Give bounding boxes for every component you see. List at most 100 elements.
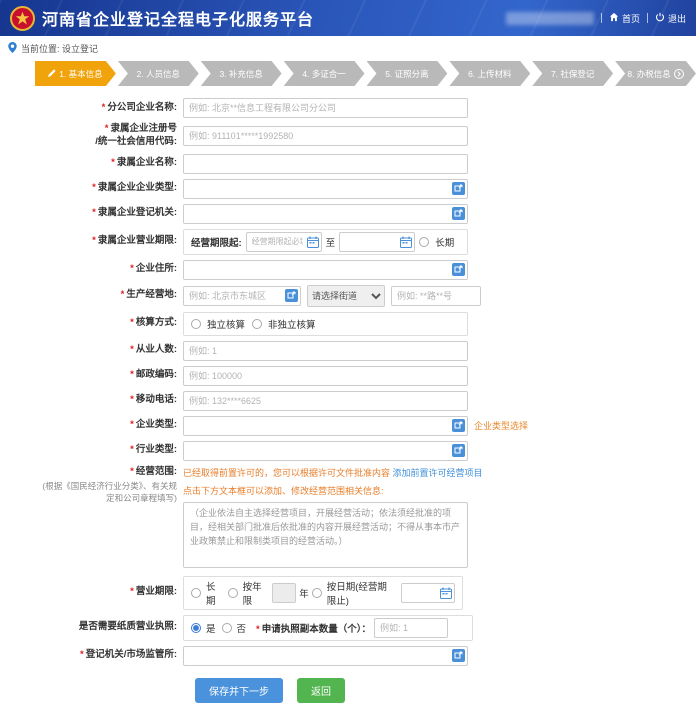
employees-input[interactable]: [183, 341, 468, 361]
business-scope-label: *经营范围: (根据《国民经济行业分类》、有关规定和公司章程填写): [35, 466, 183, 505]
business-term-years-unit: 年: [299, 586, 309, 600]
business-term-years-label: 按年限: [243, 579, 267, 607]
business-scope-textarea[interactable]: （企业依法自主选择经营项目，开展经营活动；依法须经批准的项目，经相关部门批准后依…: [183, 502, 468, 568]
paper-license-no-label: 否: [237, 621, 247, 635]
reg-authority-label: *登记机关/市场监管所:: [35, 649, 183, 662]
popup-selector-icon[interactable]: [452, 444, 465, 457]
home-link-label: 首页: [622, 12, 640, 25]
form-actions: 保存并下一步 返回: [35, 678, 505, 703]
popup-selector-icon[interactable]: [452, 419, 465, 432]
reg-authority-input[interactable]: [183, 646, 468, 666]
business-term-label: *营业期限:: [35, 586, 183, 599]
parent-name-label: *隶属企业名称:: [35, 157, 183, 170]
step-tabs: 1. 基本信息 2. 人员信息 3. 补充信息 4. 多证合一 5. 证照分离 …: [35, 61, 696, 86]
parent-name-input[interactable]: [183, 154, 468, 174]
step-tab-personnel-info[interactable]: 2. 人员信息: [118, 61, 199, 86]
calendar-icon[interactable]: [400, 236, 412, 248]
business-term-years-radio[interactable]: [228, 588, 238, 598]
step-tab-supplementary-info[interactable]: 3. 补充信息: [201, 61, 282, 86]
street-select[interactable]: 请选择街道: [307, 285, 385, 307]
address-label: *企业住所:: [35, 263, 183, 276]
popup-selector-icon[interactable]: [452, 182, 465, 195]
parent-reg-no-label: *隶属企业注册号 /统一社会信用代码:: [35, 123, 183, 149]
parent-term-long-radio[interactable]: [419, 237, 429, 247]
logout-link[interactable]: 退出: [655, 12, 686, 25]
mobile-input[interactable]: [183, 391, 468, 411]
step-tab-upload-materials[interactable]: 6. 上传材料: [449, 61, 530, 86]
postcode-input[interactable]: [183, 366, 468, 386]
step-tab-label: 1. 基本信息: [59, 68, 102, 80]
postcode-label: *邮政编码:: [35, 369, 183, 382]
popup-selector-icon[interactable]: [452, 649, 465, 662]
paper-license-label: 是否需要纸质营业执照:: [35, 621, 183, 634]
company-type-select-link[interactable]: 企业类型选择: [474, 419, 528, 432]
step-tab-label: 3. 补充信息: [219, 68, 262, 80]
paper-license-yes-label: 是: [206, 621, 216, 635]
calendar-icon[interactable]: [440, 587, 452, 599]
paper-license-yes-radio[interactable]: [191, 623, 201, 633]
step-tab-multi-certificate[interactable]: 4. 多证合一: [284, 61, 365, 86]
popup-selector-icon[interactable]: [452, 207, 465, 220]
breadcrumb: 当前位置: 设立登记: [0, 36, 696, 61]
business-scope-note: (根据《国民经济行业分类》、有关规定和公司章程填写): [35, 481, 177, 504]
business-place-detail-input[interactable]: [391, 286, 481, 306]
employees-label: *从业人数:: [35, 344, 183, 357]
parent-term-to-label: 至: [326, 235, 336, 249]
calendar-icon[interactable]: [307, 236, 319, 248]
accounting-independent-label: 独立核算: [207, 317, 245, 331]
company-type-label: *企业类型:: [35, 419, 183, 432]
page-title: 河南省企业登记全程电子化服务平台: [42, 6, 314, 30]
branch-name-input[interactable]: [183, 98, 468, 118]
industry-type-label: *行业类型:: [35, 444, 183, 457]
header-divider: [647, 13, 648, 23]
step-tab-social-security[interactable]: 7. 社保登记: [532, 61, 613, 86]
popup-selector-icon[interactable]: [452, 263, 465, 276]
industry-type-input[interactable]: [183, 441, 468, 461]
parent-term-label: *隶属企业营业期限:: [35, 235, 183, 248]
step-tab-label: 4. 多证合一: [302, 68, 345, 80]
business-place-district-input[interactable]: [183, 286, 301, 306]
parent-type-label: *隶属企业企业类型:: [35, 182, 183, 195]
breadcrumb-text: 当前位置: 设立登记: [21, 42, 98, 55]
company-type-input[interactable]: [183, 416, 468, 436]
business-term-date-radio[interactable]: [312, 588, 322, 598]
business-term-years-input[interactable]: [272, 583, 296, 603]
accounting-non-independent-label: 非独立核算: [268, 317, 316, 331]
business-term-long-radio[interactable]: [191, 588, 201, 598]
home-icon: [609, 12, 619, 24]
chevron-right-circle-icon[interactable]: [674, 69, 684, 79]
license-copies-input[interactable]: [374, 618, 448, 638]
address-input[interactable]: [183, 260, 468, 280]
business-term-long-label: 长期: [206, 579, 222, 607]
business-scope-tip1: 已经取得前置许可的，您可以根据许可文件批准内容 添加前置许可经营项目: [183, 466, 483, 479]
accounting-independent-radio[interactable]: [191, 319, 201, 329]
app-header: 河南省企业登记全程电子化服务平台 首页 退出: [0, 0, 696, 36]
step-tab-tax-info[interactable]: 8. 办税信息: [615, 61, 696, 86]
logout-link-label: 退出: [668, 12, 686, 25]
paper-license-no-radio[interactable]: [222, 623, 232, 633]
license-copies-label: *申请执照副本数量（个）：: [256, 621, 371, 635]
parent-term-long-label: 长期: [435, 235, 454, 249]
popup-selector-icon[interactable]: [285, 289, 298, 302]
home-link[interactable]: 首页: [609, 12, 640, 25]
parent-reg-no-input[interactable]: [183, 126, 468, 146]
user-name-redacted: [506, 12, 594, 25]
parent-type-input[interactable]: [183, 179, 468, 199]
back-button[interactable]: 返回: [297, 678, 345, 703]
add-prelicense-link[interactable]: 添加前置许可经营项目: [393, 468, 483, 478]
mobile-label: *移动电话:: [35, 394, 183, 407]
save-next-button[interactable]: 保存并下一步: [195, 678, 283, 703]
step-tab-label: 7. 社保登记: [551, 68, 594, 80]
parent-authority-label: *隶属企业登记机关:: [35, 207, 183, 220]
basic-info-form: *分公司企业名称: *隶属企业注册号 /统一社会信用代码: *隶属企业名称: *…: [35, 98, 675, 703]
step-tab-certificate-separation[interactable]: 5. 证照分离: [367, 61, 448, 86]
accounting-label: *核算方式:: [35, 317, 183, 330]
accounting-non-independent-radio[interactable]: [252, 319, 262, 329]
parent-authority-input[interactable]: [183, 204, 468, 224]
step-tab-label: 2. 人员信息: [137, 68, 180, 80]
location-pin-icon: [8, 42, 17, 55]
step-tab-basic-info[interactable]: 1. 基本信息: [35, 61, 116, 86]
step-tab-label: 8. 办税信息: [627, 68, 670, 80]
step-tab-label: 5. 证照分离: [385, 68, 428, 80]
business-place-label: *生产经营地:: [35, 289, 183, 302]
